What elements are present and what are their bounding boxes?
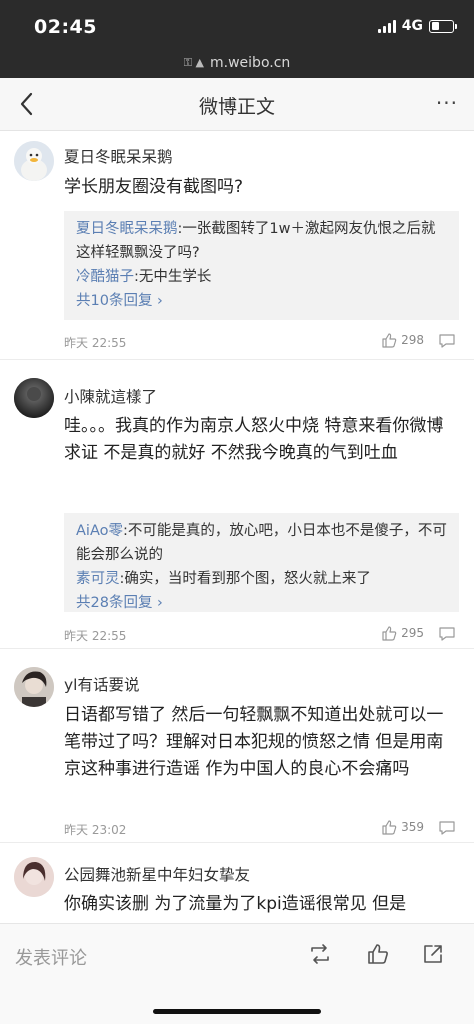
like-count: 298 bbox=[401, 333, 424, 347]
reply-bubble-icon[interactable] bbox=[438, 626, 456, 642]
person-photo-avatar-icon bbox=[14, 667, 54, 707]
comment-username[interactable]: yl有话要说 bbox=[64, 673, 139, 695]
thumbs-up-icon bbox=[382, 333, 397, 348]
status-time: 02:45 bbox=[34, 16, 97, 38]
comment-username[interactable]: 夏日冬眠呆呆鹅 bbox=[64, 145, 173, 167]
comment-text: 日语都写错了 然后一句轻飘飘不知道出处就可以一笔带过了吗？理解对日本犯规的愤怒之… bbox=[64, 705, 444, 779]
more-dots-icon[interactable]: ··· bbox=[436, 91, 458, 115]
reply-box[interactable]: AiAo零:不可能是真的，放心吧，小日本也不是傻子，不可能会那么说的 素可灵:确… bbox=[64, 513, 459, 612]
comment-item: yl有话要说 日语都写错了 然后一句轻飘飘不知道出处就可以一笔带过了吗？理解对日… bbox=[0, 649, 474, 843]
reply-item: AiAo零:不可能是真的，放心吧，小日本也不是傻子，不可能会那么说的 bbox=[76, 519, 449, 567]
reply-text: :不可能是真的，放心吧，小日本也不是傻子，不可能会那么说的 bbox=[76, 523, 447, 563]
like-count: 359 bbox=[401, 820, 424, 834]
reply-text: :无中生学长 bbox=[134, 269, 212, 285]
reply-username[interactable]: 素可灵 bbox=[76, 571, 120, 587]
reply-bubble-icon[interactable] bbox=[438, 820, 456, 836]
avatar[interactable] bbox=[14, 667, 54, 707]
repost-icon[interactable] bbox=[308, 942, 332, 966]
page-title: 微博正文 bbox=[198, 96, 275, 118]
avatar[interactable] bbox=[14, 378, 54, 418]
like-button[interactable]: 298 bbox=[381, 332, 424, 348]
comment-time: 昨天 22:55 bbox=[64, 336, 127, 350]
thumbs-up-icon bbox=[382, 626, 397, 641]
chevron-right-icon: › bbox=[152, 293, 163, 309]
lock-icon: ⚿ ▲ bbox=[183, 56, 205, 69]
home-indicator bbox=[153, 1009, 321, 1014]
comment-username[interactable]: 公园舞池新星中年妇女挚友 bbox=[64, 863, 250, 885]
comment-username[interactable]: 小陳就這樣了 bbox=[64, 385, 157, 407]
network-type: 4G bbox=[401, 18, 423, 34]
battery-icon bbox=[429, 19, 457, 33]
reply-bubble-icon[interactable] bbox=[438, 333, 456, 349]
reply-text: :确实，当时看到那个图，怒火就上来了 bbox=[119, 571, 371, 587]
reply-item: 冷酷猫子:无中生学长 bbox=[76, 265, 449, 289]
nav-bar: 微博正文 ··· bbox=[0, 78, 474, 131]
avatar[interactable] bbox=[14, 141, 54, 181]
comment-input[interactable]: 发表评论 bbox=[15, 944, 87, 970]
signal-icon bbox=[377, 19, 396, 33]
url-domain: m.weibo.cn bbox=[210, 55, 291, 71]
person-photo-avatar-icon bbox=[14, 857, 54, 897]
goose-avatar-icon bbox=[14, 141, 54, 181]
reply-item: 素可灵:确实，当时看到那个图，怒火就上来了 bbox=[76, 567, 449, 591]
comment-text: 你确实该删 为了流量为了kpi造谣很常见 但是 bbox=[64, 894, 407, 914]
comment-item: 公园舞池新星中年妇女挚友 你确实该删 为了流量为了kpi造谣很常见 但是 bbox=[0, 843, 474, 923]
more-replies-link[interactable]: 共28条回复 › bbox=[76, 591, 449, 615]
comment-text: 哇。。。我真的作为南京人怒火中烧 特意来看你微博求证 不是真的就好 不然我今晚真… bbox=[64, 416, 444, 463]
chevron-right-icon: › bbox=[152, 595, 163, 611]
status-bar: 02:45 4G bbox=[0, 0, 474, 48]
comment-list: 夏日冬眠呆呆鹅 学长朋友圈没有截图吗? 夏日冬眠呆呆鹅:一张截图转了1w＋激起网… bbox=[0, 131, 474, 923]
person-photo-avatar-icon bbox=[14, 378, 54, 418]
reply-box[interactable]: 夏日冬眠呆呆鹅:一张截图转了1w＋激起网友仇恨之后就这样轻飘飘没了吗? 冷酷猫子… bbox=[64, 211, 459, 320]
reply-username[interactable]: AiAo零 bbox=[76, 523, 123, 539]
comment-time: 昨天 23:02 bbox=[64, 823, 127, 837]
like-count: 295 bbox=[401, 626, 424, 640]
like-button[interactable]: 359 bbox=[381, 819, 424, 835]
reply-item: 夏日冬眠呆呆鹅:一张截图转了1w＋激起网友仇恨之后就这样轻飘飘没了吗? bbox=[76, 217, 449, 265]
comment-item: 夏日冬眠呆呆鹅 学长朋友圈没有截图吗? 夏日冬眠呆呆鹅:一张截图转了1w＋激起网… bbox=[0, 131, 474, 360]
avatar[interactable] bbox=[14, 857, 54, 897]
thumbs-up-icon bbox=[382, 820, 397, 835]
like-button[interactable]: 295 bbox=[381, 625, 424, 641]
thumbs-up-icon[interactable] bbox=[366, 942, 390, 966]
comment-item: 小陳就這樣了 哇。。。我真的作为南京人怒火中烧 特意来看你微博求证 不是真的就好… bbox=[0, 360, 474, 649]
comment-text: 学长朋友圈没有截图吗? bbox=[64, 177, 244, 197]
status-indicators: 4G bbox=[377, 18, 457, 34]
share-icon[interactable] bbox=[421, 942, 445, 966]
reply-username[interactable]: 冷酷猫子 bbox=[76, 269, 134, 285]
more-replies-link[interactable]: 共10条回复 › bbox=[76, 289, 449, 313]
url-bar[interactable]: ⚿ ▲ m.weibo.cn bbox=[0, 48, 474, 78]
reply-username[interactable]: 夏日冬眠呆呆鹅 bbox=[76, 221, 178, 237]
comment-time: 昨天 22:55 bbox=[64, 629, 127, 643]
bottom-action-bar: 发表评论 bbox=[0, 923, 474, 1024]
